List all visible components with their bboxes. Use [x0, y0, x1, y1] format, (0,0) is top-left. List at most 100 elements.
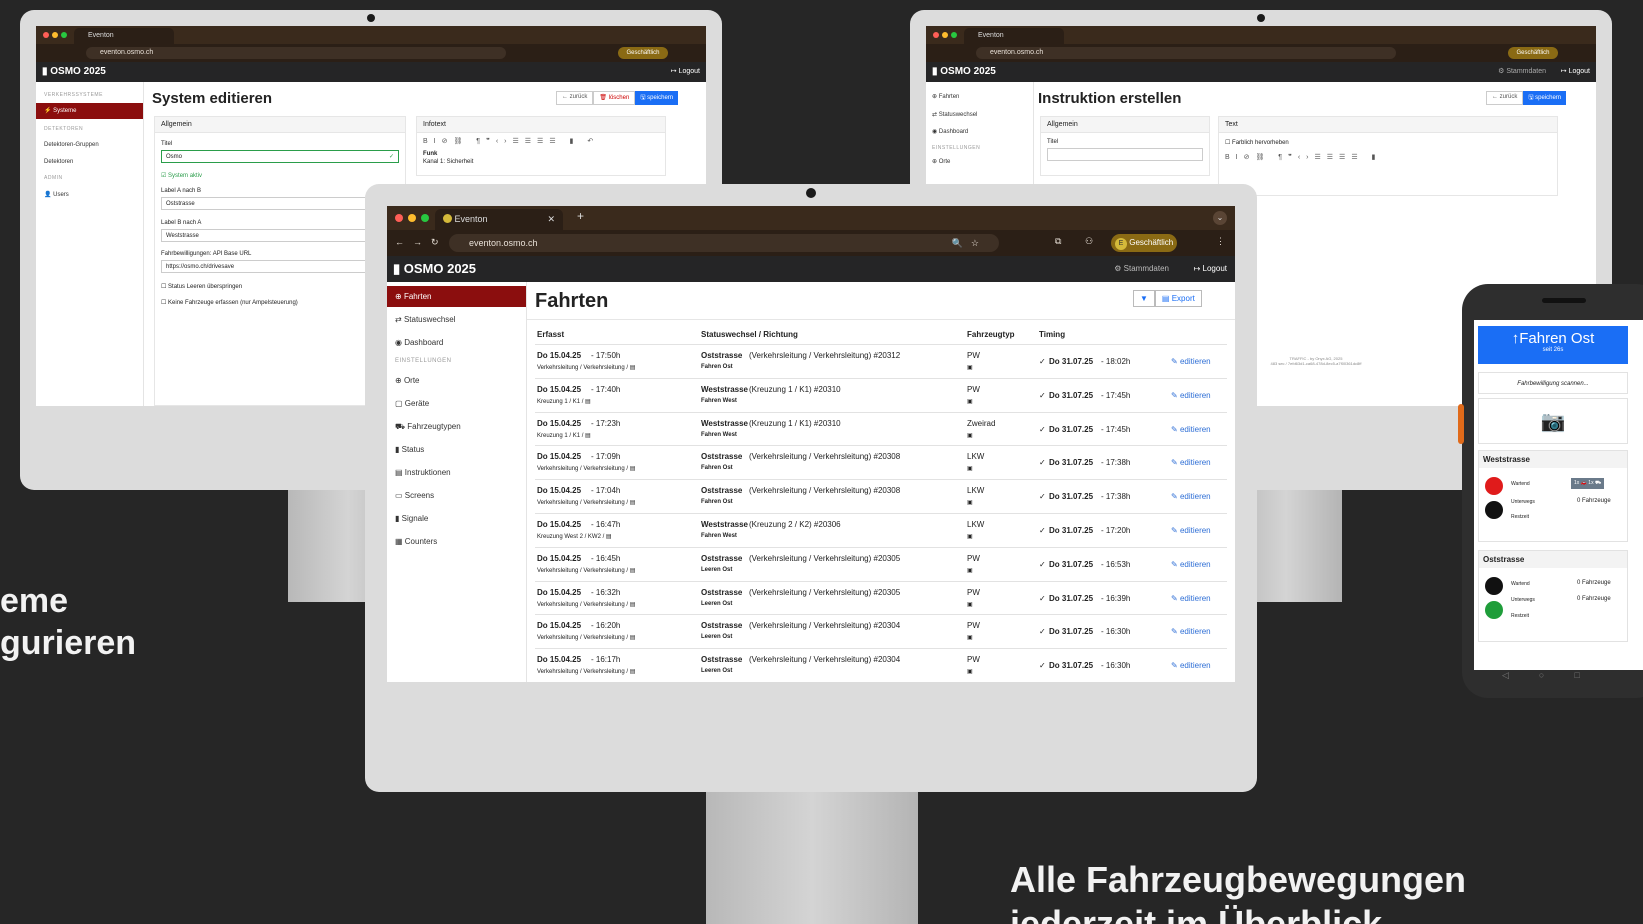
save-button[interactable]: 🖫 speichern — [635, 91, 679, 105]
column-timing[interactable]: Timing — [1039, 330, 1065, 339]
column-statuswechsel[interactable]: Statuswechsel / Richtung — [701, 330, 798, 339]
edit-link[interactable]: ✎ editieren — [1171, 627, 1211, 636]
sidebar-group-detektoren: DETEKTOREN — [44, 126, 84, 132]
close-dot[interactable] — [933, 32, 939, 38]
export-button[interactable]: ▤ Export — [1154, 290, 1202, 307]
save-button[interactable]: 🖫 speichern — [1523, 91, 1567, 105]
extensions-icon[interactable]: ⧉ — [1055, 236, 1061, 247]
label-a-b-input[interactable]: Oststrasse — [161, 197, 399, 210]
sidebar-item-dashboard[interactable]: ◉ Dashboard — [926, 125, 1033, 139]
sidebar-item-counters[interactable]: ▦ Counters — [387, 531, 526, 552]
address-field[interactable]: eventon.osmo.ch — [976, 47, 1396, 59]
address-field[interactable]: eventon.osmo.ch 🔍☆ — [449, 234, 999, 252]
titel-input[interactable] — [1047, 148, 1203, 161]
close-dot[interactable] — [395, 214, 403, 222]
filter-button[interactable]: ▼ — [1133, 290, 1155, 307]
edit-link[interactable]: ✎ editieren — [1171, 560, 1211, 569]
sidebar-item-instruktionen[interactable]: ▤ Instruktionen — [387, 462, 526, 483]
table-row[interactable]: Do 15.04.25 - 17:09h Verkehrsleitung / Ve… — [535, 445, 1227, 479]
sidebar-item-status[interactable]: ▮ Status — [387, 439, 526, 460]
sidebar-item-statuswechsel[interactable]: ⇄ Statuswechsel — [387, 309, 526, 330]
edit-link[interactable]: ✎ editieren — [1171, 526, 1211, 535]
api-input[interactable]: https://osmo.ch/drivesave — [161, 260, 399, 273]
sidebar-item-label: Orte — [938, 159, 951, 165]
table-row[interactable]: Do 15.04.25 - 16:47h Kreuzung West 2 / KW… — [535, 513, 1227, 547]
maximize-dot[interactable] — [951, 32, 957, 38]
column-erfasst[interactable]: Erfasst — [537, 330, 564, 339]
sidebar-item-systeme[interactable]: ⚡ Systeme — [36, 103, 143, 119]
checkbox-status-leeren[interactable]: ☐ Status Leeren überspringen — [161, 283, 242, 290]
sidebar-item-screens[interactable]: ▭ Screens — [387, 485, 526, 506]
street-name: Weststrasse — [701, 520, 748, 529]
delete-button[interactable]: 🗑 löschen — [593, 91, 636, 105]
table-row[interactable]: Do 15.04.25 - 17:40h Kreuzung 1 / K1 / ▤ W… — [535, 377, 1227, 412]
close-dot[interactable] — [43, 32, 49, 38]
titel-input[interactable]: Osmo ✓ — [161, 150, 399, 163]
table-row[interactable]: Do 15.04.25 - 17:50h Verkehrsleitung / Ve… — [535, 344, 1227, 378]
browser-tab[interactable]: Eventon ✕ — [435, 209, 563, 230]
edit-link[interactable]: ✎ editieren — [1171, 391, 1211, 400]
minimize-dot[interactable] — [52, 32, 58, 38]
maximize-dot[interactable] — [421, 214, 429, 222]
maximize-dot[interactable] — [61, 32, 67, 38]
edit-link[interactable]: ✎ editieren — [1171, 458, 1211, 467]
sidebar-item-users[interactable]: 👤 Users — [36, 188, 143, 202]
sidebar-item-geraete[interactable]: ▢ Geräte — [387, 393, 526, 414]
table-row[interactable]: Do 15.04.25 - 17:23h Kreuzung 1 / K1 / ▤ W… — [535, 411, 1227, 446]
profile-button[interactable]: Geschäftlich — [618, 47, 668, 59]
sidebar-item-fahrten[interactable]: ⊕ Fahrten — [926, 90, 1033, 104]
label-b-a-input[interactable]: Weststrasse — [161, 229, 399, 242]
minimize-dot[interactable] — [942, 32, 948, 38]
phone-status-header[interactable]: ↑Fahren Ost seit 26s — [1478, 326, 1628, 364]
table-row[interactable]: Do 15.04.25 - 17:04h Verkehrsleitung / Ve… — [535, 479, 1227, 513]
browser-tab[interactable]: Eventon — [964, 28, 1064, 44]
sidebar-item-orte[interactable]: ⊕ Orte — [926, 155, 1033, 169]
kebab-menu-icon[interactable]: ⋮ — [1216, 236, 1225, 247]
browser-tab[interactable]: Eventon — [74, 28, 174, 44]
incognito-icon[interactable]: ⚇ — [1085, 236, 1093, 247]
editor-toolbar[interactable]: BI⊘⛓ ¶❞‹›☰☰☰☰ ▮ ↶ — [423, 137, 599, 145]
camera-button[interactable]: 📷 — [1478, 398, 1628, 444]
nav-icons[interactable]: ←→↻ — [395, 237, 448, 248]
table-row[interactable]: Do 15.04.25 - 16:45h Verkehrsleitung / Ve… — [535, 546, 1227, 581]
tab-menu-icon[interactable]: ⌄ — [1213, 211, 1227, 225]
checkbox-keine-fahrzeuge[interactable]: ☐ Keine Fahrzeuge erfassen (nur Ampelste… — [161, 299, 298, 306]
edit-link[interactable]: ✎ editieren — [1171, 492, 1211, 501]
minimize-dot[interactable] — [408, 214, 416, 222]
profile-button[interactable]: E Geschäftlich — [1111, 234, 1177, 252]
sidebar-item-detektoren-gruppen[interactable]: Detektoren-Gruppen — [36, 138, 143, 152]
sidebar-item-statuswechsel[interactable]: ⇄ Statuswechsel — [926, 108, 1033, 122]
sidebar-item-orte[interactable]: ⊕ Orte — [387, 370, 526, 391]
edit-link[interactable]: ✎ editieren — [1171, 661, 1211, 670]
stammdaten-link[interactable]: ⚙ Stammdaten — [1114, 256, 1169, 282]
system-aktiv-checkbox[interactable]: ☑ System aktiv — [161, 172, 202, 179]
phone-nav-buttons[interactable]: ◁○□ — [1502, 670, 1622, 681]
column-fahrzeugtyp[interactable]: Fahrzeugtyp — [967, 330, 1015, 339]
address-icons[interactable]: 🔍☆ — [952, 234, 987, 252]
logout-link[interactable]: ↦ Logout — [1561, 62, 1590, 82]
table-row[interactable]: Do 15.04.25 - 16:17h Verkehrsleitung / Ve… — [535, 648, 1227, 682]
back-button[interactable]: ← zurück — [556, 91, 594, 105]
new-tab-button[interactable]: + — [577, 209, 584, 223]
edit-link[interactable]: ✎ editieren — [1171, 425, 1211, 434]
table-row[interactable]: Do 15.04.25 - 16:32h Verkehrsleitung / Ve… — [535, 580, 1227, 615]
sidebar-item-fahrzeugtypen[interactable]: ⛟ Fahrzeugtypen — [387, 416, 526, 437]
edit-link[interactable]: ✎ editieren — [1171, 594, 1211, 603]
sidebar-item-signale[interactable]: ▮ Signale — [387, 508, 526, 529]
sidebar-item-dashboard[interactable]: ◉ Dashboard — [387, 332, 526, 353]
table-row[interactable]: Do 15.04.25 - 16:20h Verkehrsleitung / Ve… — [535, 614, 1227, 648]
editor-toolbar[interactable]: BI⊘⛓ ¶❞‹›☰☰☰☰ ▮ — [1225, 153, 1381, 161]
profile-button[interactable]: Geschäftlich — [1508, 47, 1558, 59]
scan-prompt[interactable]: Fahrbewilligung scannen... — [1478, 372, 1628, 394]
tab-close-icon[interactable]: ✕ — [547, 209, 555, 230]
action-buttons: ← zurück 🖫 speichern — [1486, 91, 1567, 105]
back-button[interactable]: ← zurück — [1486, 91, 1524, 105]
sidebar-item-fahrten[interactable]: ⊕ Fahrten — [387, 286, 526, 307]
farblich-checkbox[interactable]: ☐ Farblich hervorheben — [1225, 139, 1289, 146]
sidebar-item-detektoren[interactable]: Detektoren — [36, 155, 143, 169]
edit-link[interactable]: ✎ editieren — [1171, 357, 1211, 366]
logout-link[interactable]: ↦ Logout — [671, 62, 700, 82]
address-field[interactable]: eventon.osmo.ch — [86, 47, 506, 59]
stammdaten-link[interactable]: ⚙ Stammdaten — [1498, 62, 1546, 82]
logout-link[interactable]: ↦ Logout — [1194, 256, 1227, 282]
